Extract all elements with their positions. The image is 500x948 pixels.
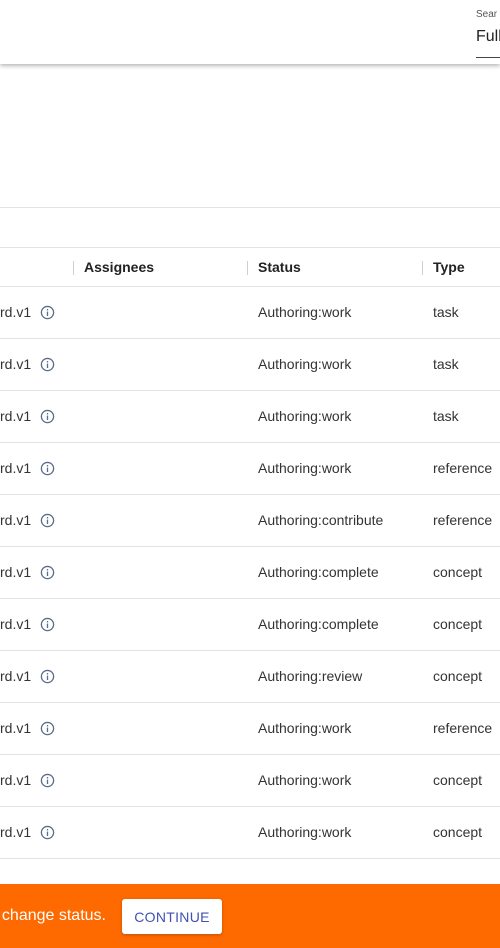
row-type-cell: reference: [433, 512, 493, 528]
info-icon[interactable]: [40, 565, 55, 580]
top-app-bar: Sear Full: [0, 0, 500, 64]
row-id-cell[interactable]: rd.v1: [0, 391, 31, 442]
row-id-cell[interactable]: rd.v1: [0, 599, 31, 650]
row-type-cell: concept: [433, 616, 483, 632]
info-icon[interactable]: [40, 773, 55, 788]
table-row[interactable]: rd.v1 Authoring:contribute reference: [0, 495, 500, 547]
column-header-status[interactable]: Status: [258, 248, 301, 287]
row-type-cell: concept: [433, 668, 483, 684]
search-field-underline: [476, 57, 500, 58]
table-header-row: Assignees Status Type: [0, 247, 500, 287]
documents-table: Assignees Status Type rd.v1 Authoring:wor…: [0, 247, 500, 859]
row-id-cell[interactable]: rd.v1: [0, 287, 31, 338]
info-icon[interactable]: [40, 617, 55, 632]
row-status-cell: Authoring:contribute: [258, 512, 384, 528]
row-status-cell: Authoring:review: [258, 668, 363, 684]
table-row[interactable]: rd.v1 Authoring:work task: [0, 287, 500, 339]
search-field[interactable]: Sear Full: [476, 9, 500, 58]
table-row[interactable]: rd.v1 Authoring:complete concept: [0, 547, 500, 599]
row-id-cell[interactable]: rd.v1: [0, 443, 31, 494]
table-row[interactable]: rd.v1 Authoring:complete concept: [0, 599, 500, 651]
status-snackbar: change status. CONTINUE: [0, 884, 500, 948]
row-status-cell: Authoring:work: [258, 460, 352, 476]
row-status-cell: Authoring:work: [258, 824, 352, 840]
table-row[interactable]: rd.v1 Authoring:work task: [0, 391, 500, 443]
table-row[interactable]: rd.v1 Authoring:review concept: [0, 651, 500, 703]
table-row[interactable]: rd.v1 Authoring:work reference: [0, 703, 500, 755]
table-row[interactable]: rd.v1 Authoring:work concept: [0, 755, 500, 807]
row-id-cell[interactable]: rd.v1: [0, 495, 31, 546]
row-id-cell[interactable]: rd.v1: [0, 703, 31, 754]
row-type-cell: task: [433, 408, 459, 424]
column-header-type[interactable]: Type: [433, 248, 465, 287]
column-header-assignees[interactable]: Assignees: [84, 248, 154, 287]
info-icon[interactable]: [40, 357, 55, 372]
row-type-cell: concept: [433, 772, 483, 788]
row-status-cell: Authoring:work: [258, 356, 352, 372]
row-status-cell: Authoring:complete: [258, 616, 379, 632]
row-status-cell: Authoring:complete: [258, 564, 379, 580]
row-type-cell: task: [433, 356, 459, 372]
row-status-cell: Authoring:work: [258, 772, 352, 788]
row-type-cell: task: [433, 304, 459, 320]
row-type-cell: concept: [433, 564, 483, 580]
continue-button[interactable]: CONTINUE: [122, 899, 222, 934]
row-type-cell: reference: [433, 720, 493, 736]
info-icon[interactable]: [40, 513, 55, 528]
info-icon[interactable]: [40, 461, 55, 476]
info-icon[interactable]: [40, 825, 55, 840]
column-resize-handle[interactable]: [422, 261, 423, 275]
info-icon[interactable]: [40, 305, 55, 320]
row-id-cell[interactable]: rd.v1: [0, 339, 31, 390]
column-resize-handle[interactable]: [247, 261, 248, 275]
row-id-cell[interactable]: rd.v1: [0, 807, 31, 858]
snackbar-message: change status.: [1, 907, 106, 924]
info-icon[interactable]: [40, 409, 55, 424]
row-type-cell: concept: [433, 824, 483, 840]
row-id-cell[interactable]: rd.v1: [0, 651, 31, 702]
search-field-value[interactable]: Full: [476, 27, 500, 47]
table-row[interactable]: rd.v1 Authoring:work task: [0, 339, 500, 391]
column-resize-handle[interactable]: [73, 261, 74, 275]
row-id-cell[interactable]: rd.v1: [0, 755, 31, 806]
row-status-cell: Authoring:work: [258, 408, 352, 424]
info-icon[interactable]: [40, 721, 55, 736]
info-icon[interactable]: [40, 669, 55, 684]
row-status-cell: Authoring:work: [258, 304, 352, 320]
search-field-label: Sear: [476, 9, 498, 20]
table-row[interactable]: rd.v1 Authoring:work reference: [0, 443, 500, 495]
row-type-cell: reference: [433, 460, 493, 476]
row-status-cell: Authoring:work: [258, 720, 352, 736]
section-divider: [0, 207, 500, 208]
table-row[interactable]: rd.v1 Authoring:work concept: [0, 807, 500, 859]
table-body: rd.v1 Authoring:work task rd.v1 Authoring:wo…: [0, 287, 500, 859]
row-id-cell[interactable]: rd.v1: [0, 547, 31, 598]
